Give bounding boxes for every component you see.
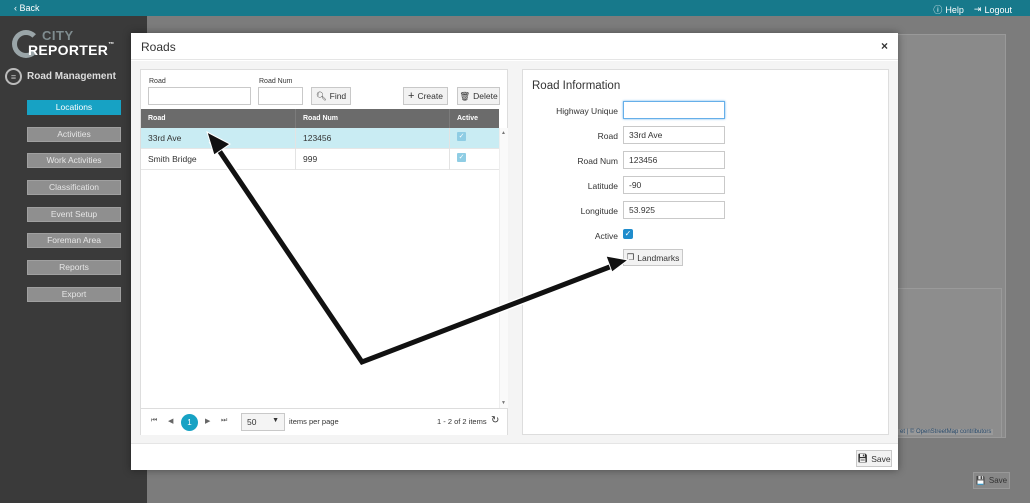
sidebar-nav: Locations Activities Work Activities Cla… — [27, 100, 121, 314]
page-size-select[interactable]: 50 ▼ — [241, 413, 285, 431]
column-header-active[interactable]: Active — [457, 115, 478, 122]
row-road: 33rd Ave — [148, 133, 182, 143]
background-map — [896, 288, 1002, 438]
roadnum-search-input[interactable] — [258, 87, 303, 105]
help-link[interactable]: ⓘ Help — [933, 3, 964, 16]
roadnum-search-label: Road Num — [259, 78, 293, 85]
save-button[interactable]: 💾︎ Save — [856, 450, 892, 467]
section-title: ≡ Road Management — [5, 68, 116, 85]
background-save-label: Save — [988, 476, 1008, 485]
road-num-input[interactable]: 123456 — [623, 151, 725, 169]
next-page-icon[interactable]: ▶ — [205, 417, 210, 425]
refresh-icon[interactable]: ↻ — [491, 415, 499, 426]
grid-header: Road Road Num Active — [141, 109, 499, 130]
window-restore-icon: ❐ — [626, 252, 635, 262]
sidebar-item-export[interactable]: Export — [27, 286, 121, 302]
road-input[interactable]: 33rd Ave — [623, 126, 725, 144]
active-label: Active — [594, 231, 618, 241]
last-page-icon[interactable]: ⏭ — [221, 417, 227, 425]
sidebar-item-reports[interactable]: Reports — [27, 260, 121, 276]
table-row[interactable]: 33rd Ave 123456 ✓ — [141, 128, 499, 149]
logo-city-text: CITY — [42, 28, 74, 43]
delete-label: Delete — [473, 91, 498, 101]
save-icon: 💾 — [975, 476, 986, 485]
plus-icon: + — [408, 90, 415, 102]
longitude-label: Longitude — [580, 206, 618, 216]
highway-unique-label: Highway Unique — [556, 106, 618, 116]
logout-label: Logout — [984, 4, 1012, 15]
active-checkbox[interactable]: ✓ — [623, 229, 633, 239]
row-road: Smith Bridge — [148, 154, 197, 164]
sidebar: CITY REPORTER™ ≡ Road Management Locatio… — [0, 16, 147, 503]
city-reporter-logo: CITY REPORTER™ — [12, 24, 127, 62]
sidebar-item-activities[interactable]: Activities — [27, 126, 121, 142]
highway-unique-input[interactable] — [623, 101, 725, 119]
create-label: Create — [417, 91, 443, 101]
delete-button[interactable]: 🗑︎ Delete — [457, 87, 500, 105]
grid-scrollbar[interactable]: ▲ ▼ — [499, 128, 508, 408]
logout-link[interactable]: ⇥ Logout — [974, 3, 1012, 16]
scroll-up-icon[interactable]: ▲ — [501, 130, 506, 136]
sidebar-item-event-setup[interactable]: Event Setup — [27, 206, 121, 222]
road-num-label: Road Num — [577, 156, 618, 166]
create-button[interactable]: + Create — [403, 87, 448, 105]
first-page-icon[interactable]: ⏮ — [151, 417, 157, 425]
modal-header: Roads × — [131, 33, 898, 60]
sidebar-item-locations[interactable]: Locations — [27, 100, 121, 115]
map-attribution[interactable]: et | © OpenStreetMap contributors — [898, 429, 994, 435]
modal-body: Road Road Num 🔍︎ Find + Create 🗑︎ Delete… — [131, 61, 898, 443]
help-label: Help — [945, 4, 964, 15]
background-save-button[interactable]: 💾 Save — [973, 472, 1010, 489]
landmarks-label: Landmarks — [637, 252, 680, 263]
logout-icon: ⇥ — [973, 4, 982, 14]
grid-pager: ⏮ ◀ 1 ▶ ⏭ 50 ▼ items per page 1 - 2 of 2… — [141, 408, 507, 435]
pager-summary: 1 - 2 of 2 items — [437, 417, 487, 426]
modal-title: Roads — [141, 40, 176, 54]
help-icon: ⓘ — [933, 5, 943, 15]
find-button[interactable]: 🔍︎ Find — [311, 87, 351, 105]
road-information-panel: Road Information Highway Unique Road 33r… — [522, 69, 889, 435]
back-link[interactable]: ‹ Back — [14, 3, 40, 13]
table-row[interactable]: Smith Bridge 999 ✓ — [141, 149, 499, 170]
roads-list-panel: Road Road Num 🔍︎ Find + Create 🗑︎ Delete… — [140, 69, 508, 435]
column-header-road[interactable]: Road — [148, 115, 166, 122]
landmarks-button[interactable]: ❐ Landmarks — [623, 249, 683, 266]
scroll-down-icon[interactable]: ▼ — [501, 400, 506, 406]
latitude-label: Latitude — [587, 181, 618, 191]
search-icon: 🔍︎ — [315, 90, 327, 101]
row-active-checkbox: ✓ — [457, 132, 466, 141]
trash-icon: 🗑︎ — [459, 90, 471, 101]
close-button[interactable]: × — [881, 39, 888, 53]
prev-page-icon[interactable]: ◀ — [168, 417, 173, 425]
latitude-input[interactable]: -90 — [623, 176, 725, 194]
page-number-button[interactable]: 1 — [181, 414, 198, 431]
page-size-value: 50 — [247, 417, 257, 427]
row-road-num: 123456 — [303, 133, 332, 143]
column-header-road-num[interactable]: Road Num — [303, 115, 338, 122]
logo-reporter-text: REPORTER™ — [28, 42, 115, 58]
modal-footer: 💾︎ Save — [131, 443, 898, 470]
find-label: Find — [329, 91, 347, 101]
sidebar-item-foreman-area[interactable]: Foreman Area — [27, 233, 121, 249]
panel-title: Road Information — [532, 80, 621, 92]
roads-modal: Roads × Road Road Num 🔍︎ Find + Create 🗑… — [131, 33, 898, 470]
row-active-checkbox: ✓ — [457, 153, 466, 162]
save-icon: 💾︎ — [857, 453, 869, 463]
road-label: Road — [597, 131, 618, 141]
traffic-light-icon: ≡ — [5, 68, 22, 85]
road-search-input[interactable] — [148, 87, 251, 105]
chevron-down-icon: ▼ — [272, 417, 279, 424]
save-label: Save — [871, 453, 891, 464]
sidebar-item-work-activities[interactable]: Work Activities — [27, 153, 121, 169]
top-bar: ‹ Back ⓘ Help ⇥ Logout — [0, 0, 1030, 16]
row-road-num: 999 — [303, 154, 318, 164]
longitude-input[interactable]: 53.925 — [623, 201, 725, 219]
road-search-label: Road — [149, 78, 166, 85]
section-title-label: Road Management — [27, 71, 116, 82]
sidebar-item-classification[interactable]: Classification — [27, 180, 121, 196]
items-per-page-label: items per page — [289, 417, 339, 426]
